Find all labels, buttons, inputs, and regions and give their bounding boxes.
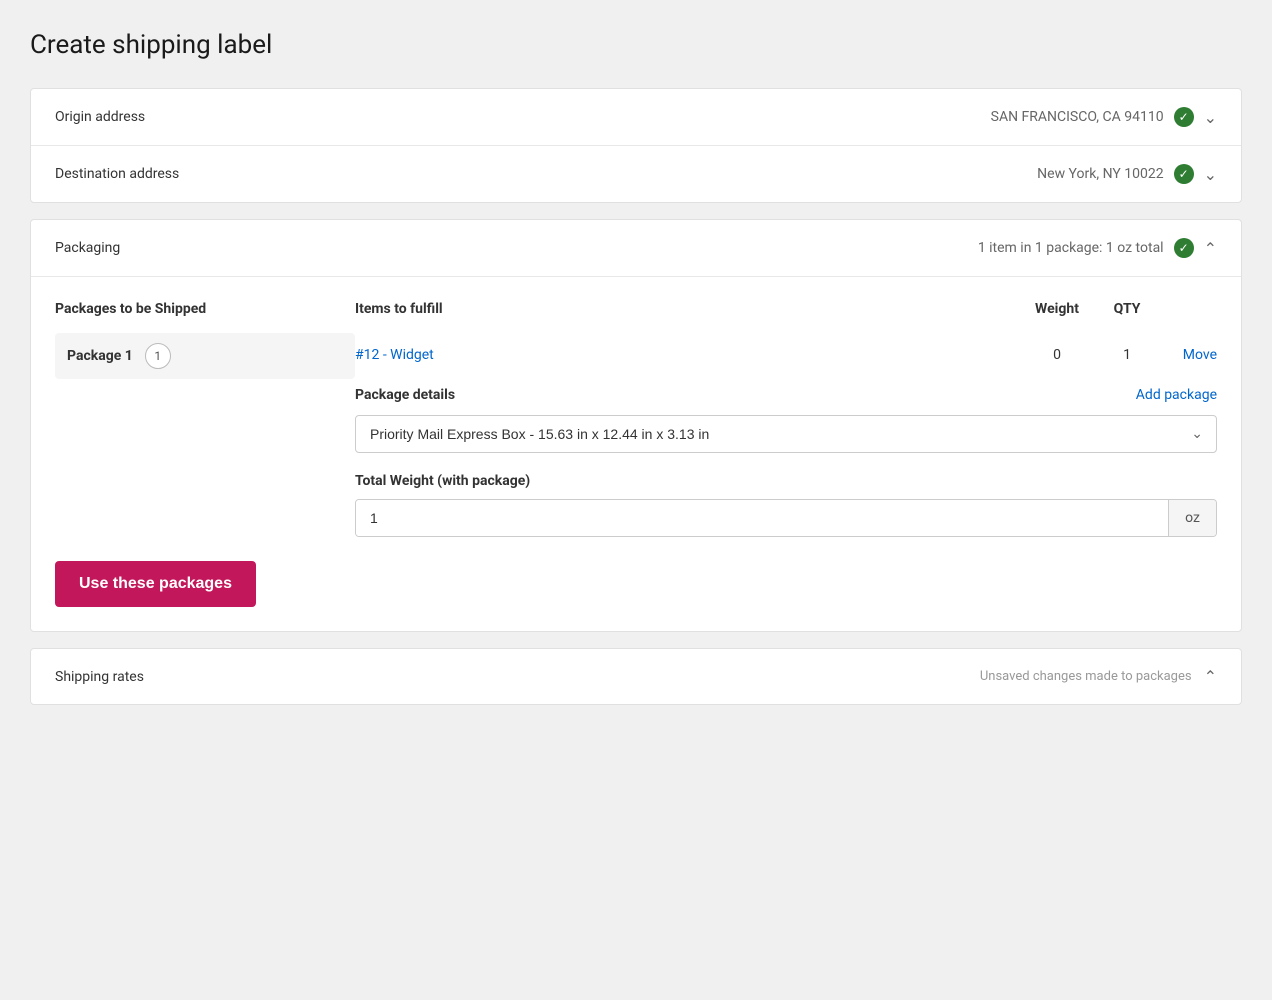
packaging-header-right: 1 item in 1 package: 1 oz total ✓ ⌃ bbox=[978, 238, 1217, 258]
destination-check-icon: ✓ bbox=[1174, 164, 1194, 184]
package-select-wrapper: Priority Mail Express Box - 15.63 in x 1… bbox=[355, 415, 1217, 453]
shipping-rates-label: Shipping rates bbox=[55, 669, 144, 685]
col-items-header: Items to fulfill bbox=[355, 301, 1017, 317]
package-name: Package 1 bbox=[67, 348, 133, 364]
shipping-rates-card: Shipping rates Unsaved changes made to p… bbox=[30, 648, 1242, 705]
rates-right: Unsaved changes made to packages ⌃ bbox=[980, 667, 1217, 686]
package-details-section: Package details Add package Priority Mai… bbox=[355, 387, 1217, 453]
destination-section: Destination address New York, NY 10022 ✓… bbox=[31, 146, 1241, 202]
destination-label: Destination address bbox=[55, 166, 179, 182]
destination-chevron-icon[interactable]: ⌄ bbox=[1204, 165, 1217, 184]
weight-section: Total Weight (with package) oz bbox=[355, 473, 1217, 537]
packages-left: Packages to be Shipped Package 1 1 bbox=[55, 301, 355, 537]
item-qty: 1 bbox=[1097, 347, 1157, 363]
rates-chevron-icon[interactable]: ⌃ bbox=[1204, 667, 1217, 686]
packaging-card: Packaging 1 item in 1 package: 1 oz tota… bbox=[30, 219, 1242, 632]
packaging-body: Packages to be Shipped Package 1 1 Items… bbox=[31, 277, 1241, 631]
package-details-label: Package details bbox=[355, 387, 455, 403]
packaging-chevron-icon[interactable]: ⌃ bbox=[1204, 239, 1217, 258]
weight-label: Total Weight (with package) bbox=[355, 473, 1217, 489]
item-link[interactable]: #12 - Widget bbox=[355, 347, 1017, 363]
packaging-label: Packaging bbox=[55, 240, 120, 256]
item-weight: 0 bbox=[1017, 347, 1097, 363]
origin-section: Origin address SAN FRANCISCO, CA 94110 ✓… bbox=[31, 89, 1241, 146]
origin-label: Origin address bbox=[55, 109, 145, 125]
address-card: Origin address SAN FRANCISCO, CA 94110 ✓… bbox=[30, 88, 1242, 203]
unsaved-text: Unsaved changes made to packages bbox=[980, 669, 1192, 684]
weight-input[interactable] bbox=[356, 500, 1168, 536]
packages-table: Packages to be Shipped Package 1 1 Items… bbox=[55, 301, 1217, 537]
package-details-header: Package details Add package bbox=[355, 387, 1217, 403]
page-title: Create shipping label bbox=[30, 30, 1242, 60]
package-select[interactable]: Priority Mail Express Box - 15.63 in x 1… bbox=[355, 415, 1217, 453]
shipping-rates-header: Shipping rates Unsaved changes made to p… bbox=[31, 649, 1241, 704]
weight-unit: oz bbox=[1168, 500, 1216, 536]
destination-right: New York, NY 10022 ✓ ⌄ bbox=[1037, 164, 1217, 184]
item-action: Move bbox=[1157, 347, 1217, 363]
origin-check-icon: ✓ bbox=[1174, 107, 1194, 127]
origin-right: SAN FRANCISCO, CA 94110 ✓ ⌄ bbox=[991, 107, 1217, 127]
col-weight-header: Weight bbox=[1017, 301, 1097, 317]
page-container: Create shipping label Origin address SAN… bbox=[0, 0, 1272, 1000]
packages-right: Items to fulfill Weight QTY #12 - Widget… bbox=[355, 301, 1217, 537]
weight-input-wrapper: oz bbox=[355, 499, 1217, 537]
package-row: Package 1 1 bbox=[55, 333, 355, 379]
packaging-check-icon: ✓ bbox=[1174, 238, 1194, 258]
col-qty-header: QTY bbox=[1097, 301, 1157, 317]
origin-chevron-icon[interactable]: ⌄ bbox=[1204, 108, 1217, 127]
col-packages-header: Packages to be Shipped bbox=[55, 301, 355, 317]
items-table-header: Items to fulfill Weight QTY bbox=[355, 301, 1217, 333]
table-row: #12 - Widget 0 1 Move bbox=[355, 347, 1217, 363]
use-packages-button[interactable]: Use these packages bbox=[55, 561, 256, 607]
origin-value: SAN FRANCISCO, CA 94110 bbox=[991, 109, 1164, 125]
move-link[interactable]: Move bbox=[1183, 347, 1217, 363]
destination-value: New York, NY 10022 bbox=[1037, 166, 1163, 182]
packaging-header: Packaging 1 item in 1 package: 1 oz tota… bbox=[31, 220, 1241, 277]
packaging-summary: 1 item in 1 package: 1 oz total bbox=[978, 240, 1164, 256]
add-package-link[interactable]: Add package bbox=[1136, 387, 1217, 403]
package-count-badge: 1 bbox=[145, 343, 171, 369]
